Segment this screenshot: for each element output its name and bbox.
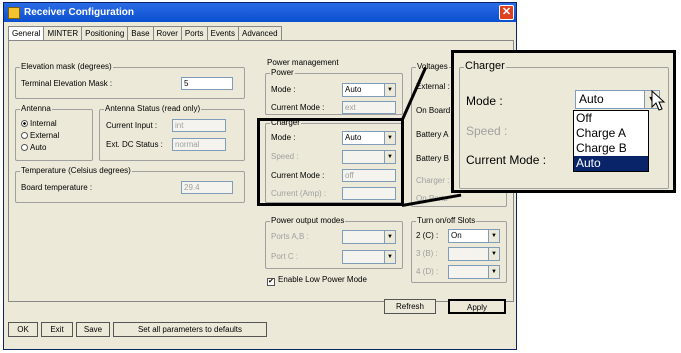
battery-a-label: Battery A [416, 130, 449, 139]
elevation-group: Elevation mask (degrees) Terminal Elevat… [15, 62, 245, 99]
tab-positioning[interactable]: Positioning [81, 26, 129, 41]
chevron-down-icon: ▼ [488, 230, 499, 242]
slot4-select[interactable]: ▼ [448, 265, 500, 279]
exit-button[interactable]: Exit [41, 322, 73, 337]
turn-slots-label: Turn on/off Slots [416, 216, 477, 225]
temperature-group-label: Temperature (Celsius degrees) [20, 166, 132, 175]
board-temp-field: 29.4 [181, 181, 233, 194]
title-bar: Receiver Configuration [4, 3, 516, 22]
power-output-label: Power output modes [270, 216, 346, 225]
antenna-external-radio[interactable]: External [21, 131, 59, 140]
antenna-auto-radio[interactable]: Auto [21, 143, 46, 152]
chevron-down-icon: ▼ [384, 231, 395, 243]
ext-dc-field: normal [172, 138, 226, 151]
power-mode-label: Mode : [271, 85, 296, 94]
tab-minter[interactable]: MINTER [43, 26, 83, 41]
mouse-cursor-icon [651, 90, 666, 111]
zoom-mode-select[interactable]: Auto▼ [575, 90, 660, 109]
zoom-current-mode-label: Current Mode : [466, 153, 547, 167]
power-management-label: Power management [266, 58, 340, 67]
power-output-group: Power output modes Ports A,B : ▼ Port C … [265, 216, 403, 269]
tab-events[interactable]: Events [206, 26, 239, 41]
antenna-status-group: Antenna Status (read only) Current Input… [99, 104, 245, 161]
slot3-label: 3 (B) : [416, 249, 438, 258]
apply-button[interactable]: Apply [448, 299, 506, 314]
ok-button[interactable]: OK [8, 322, 38, 337]
chevron-down-icon: ▼ [384, 84, 395, 96]
slot2-select[interactable]: On ▼ [448, 229, 500, 243]
zoom-charger-label: Charger [464, 60, 506, 72]
antenna-status-label: Antenna Status (read only) [104, 104, 202, 113]
voltages-group-label: Voltages [416, 62, 449, 71]
power-current-mode-label: Current Mode : [271, 103, 325, 112]
dropdown-option-off[interactable]: Off [574, 111, 648, 126]
chevron-down-icon: ▼ [488, 266, 499, 278]
charger-voltage-label: Charger : [416, 176, 450, 185]
chevron-down-icon: ▼ [488, 248, 499, 260]
ports-ab-label: Ports A,B : [271, 232, 309, 241]
slot4-label: 4 (D) : [416, 267, 439, 276]
window-title: Receiver Configuration [24, 7, 135, 18]
charger-highlight-box [257, 118, 404, 206]
tab-rover[interactable]: Rover [152, 26, 182, 41]
port-c-label: Port C : [271, 252, 299, 261]
dropdown-option-charge-b[interactable]: Charge B [574, 141, 648, 156]
ports-ab-select[interactable]: ▼ [342, 230, 396, 244]
elevation-group-label: Elevation mask (degrees) [20, 62, 113, 71]
tab-base[interactable]: Base [127, 26, 154, 41]
tab-bar: General MINTER Positioning Base Rover Po… [8, 26, 282, 42]
battery-b-label: Battery B [416, 154, 449, 163]
power-current-mode-field: ext [342, 101, 396, 114]
turn-slots-group: Turn on/off Slots 2 (C) : On ▼ 3 (B) : ▼ … [411, 216, 507, 283]
port-c-select[interactable]: ▼ [342, 250, 396, 264]
board-temp-label: Board temperature : [21, 183, 93, 192]
slot2-label: 2 (C) : [416, 231, 439, 240]
temperature-group: Temperature (Celsius degrees) Board temp… [15, 166, 245, 203]
power-group: Power Mode : Auto ▼ Current Mode : ext [265, 68, 403, 115]
zoom-speed-label: Speed : [466, 124, 508, 138]
current-input-label: Current Input : [106, 121, 158, 130]
antenna-internal-radio[interactable]: Internal [21, 119, 57, 128]
ext-dc-label: Ext. DC Status : [106, 140, 163, 149]
refresh-button[interactable]: Refresh [384, 299, 436, 314]
defaults-button[interactable]: Set all parameters to defaults [113, 322, 267, 337]
antenna-group-label: Antenna [20, 104, 52, 113]
chevron-down-icon: ▼ [384, 251, 395, 263]
save-button[interactable]: Save [76, 322, 110, 337]
onboard-voltage-label: On Board [416, 106, 451, 115]
elevation-mask-input[interactable]: 5 [181, 77, 233, 90]
power-group-label: Power [270, 68, 295, 77]
zoom-mode-label: Mode : [466, 94, 503, 108]
close-button[interactable]: ✕ [499, 5, 514, 20]
tab-ports[interactable]: Ports [180, 26, 208, 41]
low-power-checkbox[interactable]: ✔ Enable Low Power Mode [267, 275, 367, 286]
ext-voltage-label: External : [416, 82, 450, 91]
dropdown-option-charge-a[interactable]: Charge A [574, 126, 648, 141]
app-icon [8, 6, 20, 19]
charger-mode-dropdown: Off Charge A Charge B Auto [573, 110, 649, 172]
dropdown-option-auto[interactable]: Auto [574, 156, 648, 171]
current-input-field: int [172, 119, 226, 132]
power-mode-select[interactable]: Auto ▼ [342, 83, 396, 97]
slot3-select[interactable]: ▼ [448, 247, 500, 261]
elevation-label: Terminal Elevation Mask : [21, 79, 113, 88]
antenna-group: Antenna Internal External Auto [15, 104, 93, 161]
tab-advanced[interactable]: Advanced [238, 26, 282, 41]
